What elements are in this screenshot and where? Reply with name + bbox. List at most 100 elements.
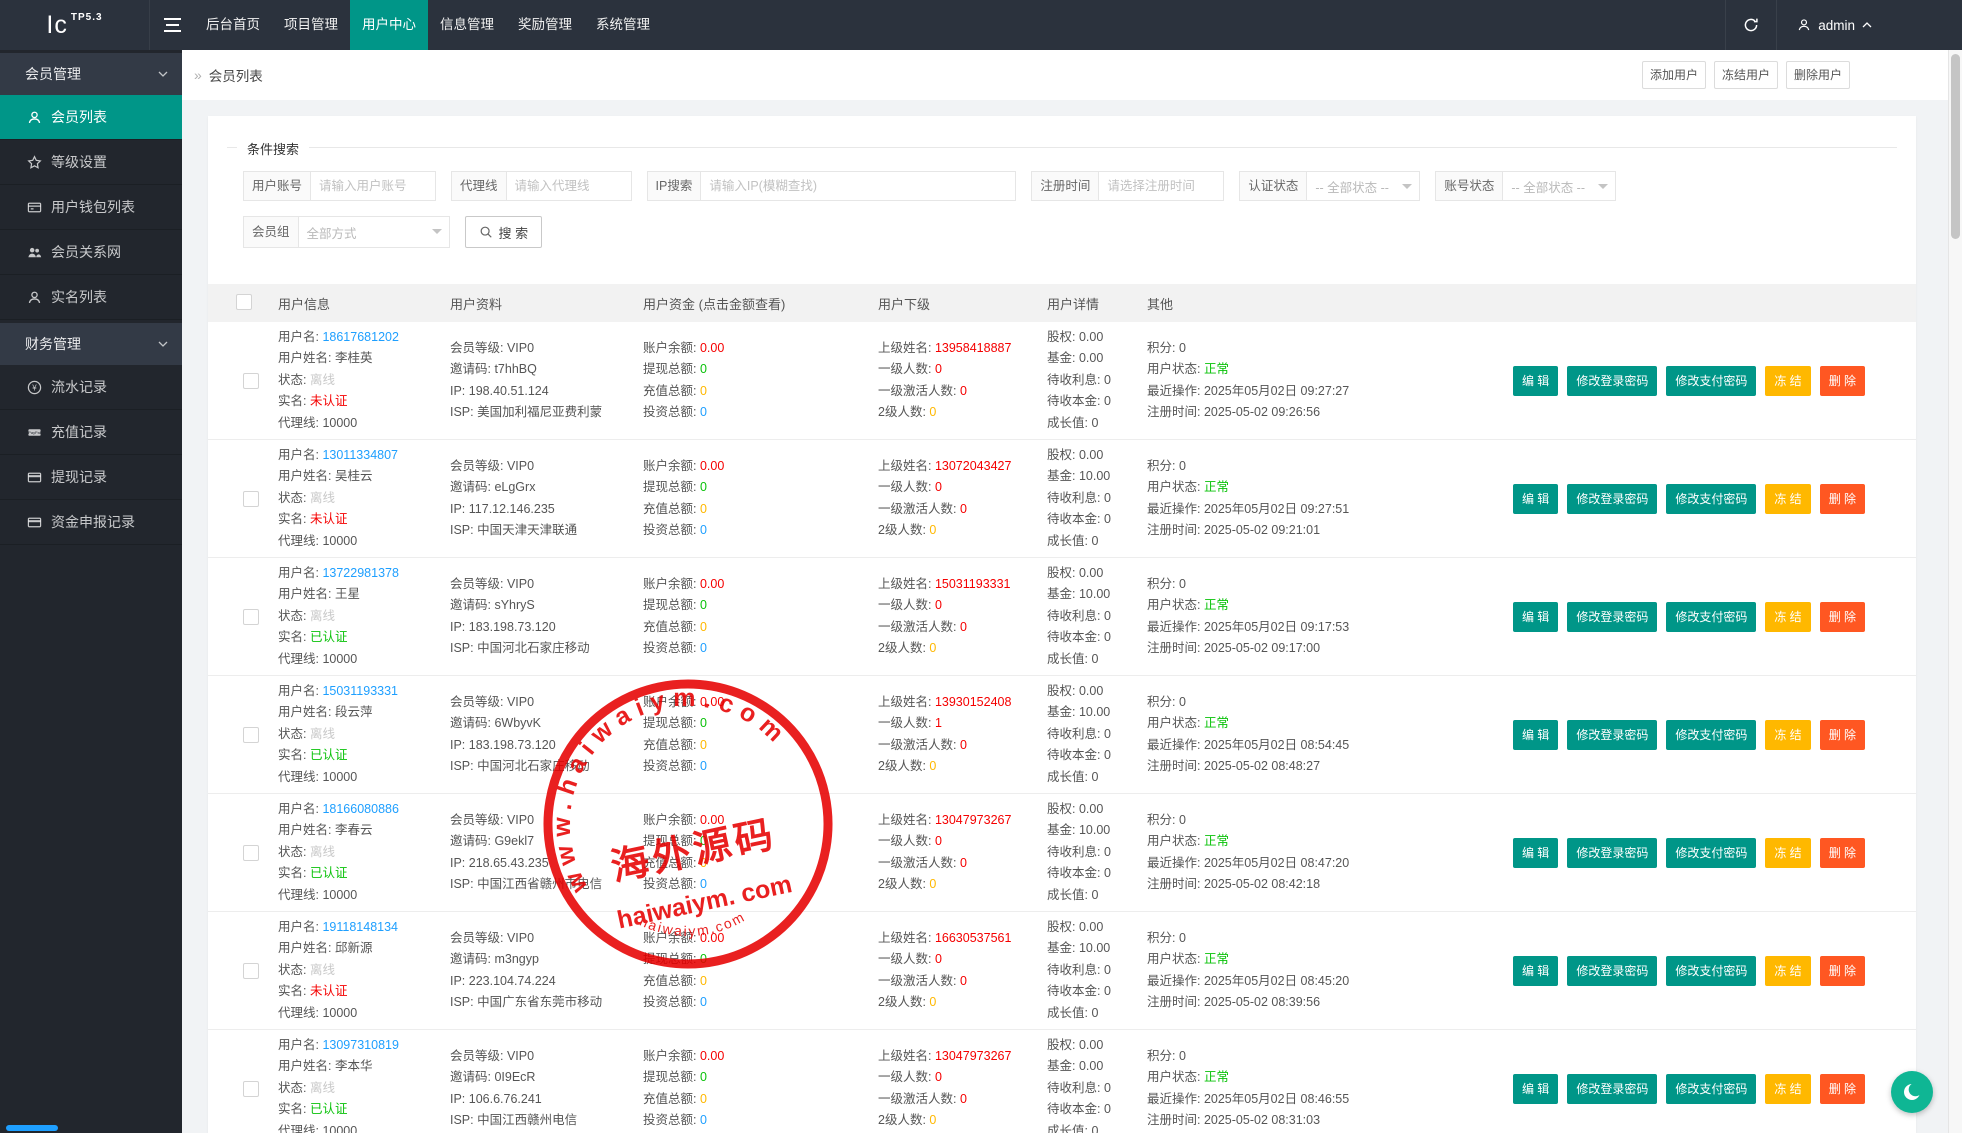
menu-item-projects[interactable]: 项目管理 bbox=[272, 0, 350, 50]
delete-button[interactable]: 删 除 bbox=[1820, 720, 1865, 750]
withdraw-value[interactable]: 0 bbox=[700, 834, 707, 848]
auth-status-select[interactable]: -- 全部状态 -- bbox=[1306, 171, 1420, 201]
menu-item-info[interactable]: 信息管理 bbox=[428, 0, 506, 50]
withdraw-value[interactable]: 0 bbox=[700, 716, 707, 730]
balance-value[interactable]: 0.00 bbox=[700, 813, 724, 827]
agent-input[interactable] bbox=[506, 171, 632, 201]
add-user-button[interactable]: 添加用户 bbox=[1642, 61, 1706, 89]
sidebar-item-member-network[interactable]: 会员关系网 bbox=[0, 230, 182, 275]
username-value[interactable]: 13011334807 bbox=[322, 448, 398, 462]
sidebar-group-finance-management[interactable]: 财务管理 bbox=[0, 323, 182, 365]
edit-button[interactable]: 编 辑 bbox=[1513, 484, 1558, 514]
change-pay-password-button[interactable]: 修改支付密码 bbox=[1666, 484, 1756, 514]
freeze-user-button[interactable]: 冻结用户 bbox=[1714, 61, 1778, 89]
edit-button[interactable]: 编 辑 bbox=[1513, 1074, 1558, 1104]
row-checkbox[interactable] bbox=[243, 609, 259, 625]
edit-button[interactable]: 编 辑 bbox=[1513, 956, 1558, 986]
delete-button[interactable]: 删 除 bbox=[1820, 1074, 1865, 1104]
row-checkbox[interactable] bbox=[243, 845, 259, 861]
change-login-password-button[interactable]: 修改登录密码 bbox=[1567, 602, 1657, 632]
withdraw-value[interactable]: 0 bbox=[700, 480, 707, 494]
username-value[interactable]: 18617681202 bbox=[322, 330, 398, 344]
freeze-button[interactable]: 冻 结 bbox=[1765, 484, 1810, 514]
menu-item-rewards[interactable]: 奖励管理 bbox=[506, 0, 584, 50]
ip-search-input[interactable] bbox=[700, 171, 1016, 201]
balance-value[interactable]: 0.00 bbox=[700, 341, 724, 355]
change-pay-password-button[interactable]: 修改支付密码 bbox=[1666, 602, 1756, 632]
freeze-button[interactable]: 冻 结 bbox=[1765, 1074, 1810, 1104]
delete-button[interactable]: 删 除 bbox=[1820, 602, 1865, 632]
sidebar-group-member-management[interactable]: 会员管理 bbox=[0, 53, 182, 95]
scrollbar-thumb[interactable] bbox=[1951, 54, 1960, 239]
page-scrollbar[interactable] bbox=[1948, 50, 1962, 1133]
row-checkbox[interactable] bbox=[243, 373, 259, 389]
select-all-checkbox[interactable] bbox=[236, 294, 252, 310]
row-checkbox[interactable] bbox=[243, 1081, 259, 1097]
member-group-select[interactable]: 全部方式 bbox=[298, 216, 450, 248]
menu-item-system[interactable]: 系统管理 bbox=[584, 0, 662, 50]
sidebar-item-fund-declaration-records[interactable]: 资金申报记录 bbox=[0, 500, 182, 545]
delete-button[interactable]: 删 除 bbox=[1820, 366, 1865, 396]
invest-value[interactable]: 0 bbox=[700, 641, 707, 655]
recharge-value[interactable]: 0 bbox=[700, 738, 707, 752]
recharge-value[interactable]: 0 bbox=[700, 502, 707, 516]
invest-value[interactable]: 0 bbox=[700, 759, 707, 773]
withdraw-value[interactable]: 0 bbox=[700, 362, 707, 376]
freeze-button[interactable]: 冻 结 bbox=[1765, 720, 1810, 750]
register-time-input[interactable] bbox=[1098, 171, 1224, 201]
change-pay-password-button[interactable]: 修改支付密码 bbox=[1666, 1074, 1756, 1104]
edit-button[interactable]: 编 辑 bbox=[1513, 838, 1558, 868]
floating-theme-button[interactable] bbox=[1891, 1071, 1933, 1113]
invest-value[interactable]: 0 bbox=[700, 523, 707, 537]
balance-value[interactable]: 0.00 bbox=[700, 695, 724, 709]
row-checkbox[interactable] bbox=[243, 491, 259, 507]
username-value[interactable]: 19118148134 bbox=[322, 920, 398, 934]
delete-button[interactable]: 删 除 bbox=[1820, 838, 1865, 868]
balance-value[interactable]: 0.00 bbox=[700, 577, 724, 591]
sidebar-item-level-settings[interactable]: 等级设置 bbox=[0, 140, 182, 185]
edit-button[interactable]: 编 辑 bbox=[1513, 602, 1558, 632]
withdraw-value[interactable]: 0 bbox=[700, 598, 707, 612]
menu-item-user-center[interactable]: 用户中心 bbox=[350, 0, 428, 50]
username-value[interactable]: 13722981378 bbox=[322, 566, 398, 580]
freeze-button[interactable]: 冻 结 bbox=[1765, 602, 1810, 632]
edit-button[interactable]: 编 辑 bbox=[1513, 720, 1558, 750]
change-login-password-button[interactable]: 修改登录密码 bbox=[1567, 1074, 1657, 1104]
delete-user-button[interactable]: 删除用户 bbox=[1786, 61, 1850, 89]
account-status-select[interactable]: -- 全部状态 -- bbox=[1502, 171, 1616, 201]
admin-menu[interactable]: admin bbox=[1776, 0, 1892, 50]
freeze-button[interactable]: 冻 结 bbox=[1765, 956, 1810, 986]
invest-value[interactable]: 0 bbox=[700, 1113, 707, 1127]
sidebar-item-flow-records[interactable]: ¥ 流水记录 bbox=[0, 365, 182, 410]
row-checkbox[interactable] bbox=[243, 727, 259, 743]
sidebar-item-member-list[interactable]: 会员列表 bbox=[0, 95, 182, 140]
row-checkbox[interactable] bbox=[243, 963, 259, 979]
change-login-password-button[interactable]: 修改登录密码 bbox=[1567, 838, 1657, 868]
sidebar-toggle-button[interactable] bbox=[150, 0, 194, 50]
sidebar-item-withdraw-records[interactable]: 提现记录 bbox=[0, 455, 182, 500]
change-login-password-button[interactable]: 修改登录密码 bbox=[1567, 366, 1657, 396]
change-pay-password-button[interactable]: 修改支付密码 bbox=[1666, 956, 1756, 986]
withdraw-value[interactable]: 0 bbox=[700, 1070, 707, 1084]
edit-button[interactable]: 编 辑 bbox=[1513, 366, 1558, 396]
change-pay-password-button[interactable]: 修改支付密码 bbox=[1666, 720, 1756, 750]
username-value[interactable]: 15031193331 bbox=[322, 684, 398, 698]
freeze-button[interactable]: 冻 结 bbox=[1765, 366, 1810, 396]
username-value[interactable]: 18166080886 bbox=[322, 802, 398, 816]
invest-value[interactable]: 0 bbox=[700, 405, 707, 419]
change-login-password-button[interactable]: 修改登录密码 bbox=[1567, 484, 1657, 514]
change-pay-password-button[interactable]: 修改支付密码 bbox=[1666, 366, 1756, 396]
freeze-button[interactable]: 冻 结 bbox=[1765, 838, 1810, 868]
invest-value[interactable]: 0 bbox=[700, 877, 707, 891]
invest-value[interactable]: 0 bbox=[700, 995, 707, 1009]
change-pay-password-button[interactable]: 修改支付密码 bbox=[1666, 838, 1756, 868]
sidebar-item-recharge-records[interactable]: PayPal 充值记录 bbox=[0, 410, 182, 455]
username-value[interactable]: 13097310819 bbox=[322, 1038, 398, 1052]
recharge-value[interactable]: 0 bbox=[700, 856, 707, 870]
account-input[interactable] bbox=[310, 171, 436, 201]
change-login-password-button[interactable]: 修改登录密码 bbox=[1567, 956, 1657, 986]
withdraw-value[interactable]: 0 bbox=[700, 952, 707, 966]
change-login-password-button[interactable]: 修改登录密码 bbox=[1567, 720, 1657, 750]
menu-item-dashboard[interactable]: 后台首页 bbox=[194, 0, 272, 50]
balance-value[interactable]: 0.00 bbox=[700, 931, 724, 945]
